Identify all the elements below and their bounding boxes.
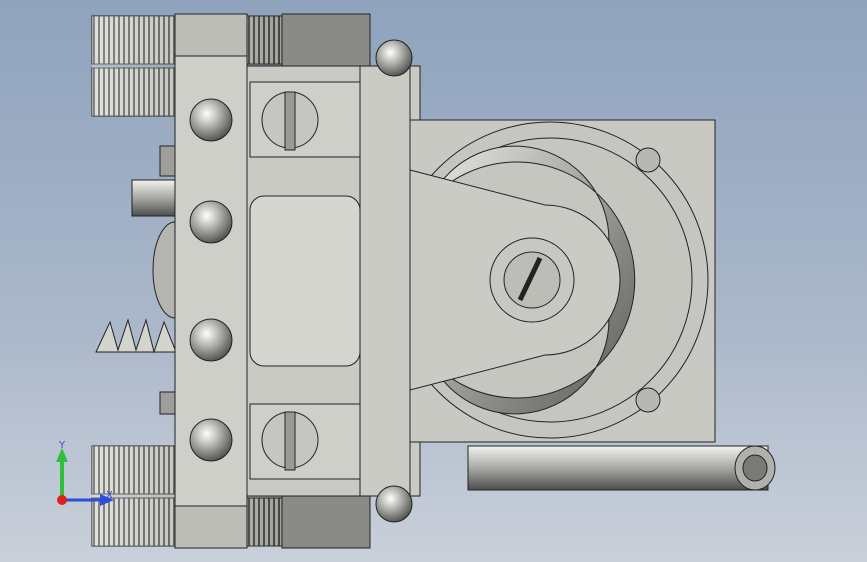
tubular-rod <box>467 445 776 491</box>
y-axis-label: Y <box>58 440 66 451</box>
upper-clamp <box>249 81 361 158</box>
axis-triad: Y X <box>56 440 114 506</box>
cad-viewport[interactable]: Y X <box>0 0 867 562</box>
lower-clamp <box>249 403 361 480</box>
rear-block-bottom <box>281 495 371 549</box>
right-housing <box>391 119 716 443</box>
x-axis-label: X <box>106 490 113 501</box>
ball-screw-6 <box>375 485 413 523</box>
front-bar <box>174 13 248 549</box>
ball-screw-2 <box>189 200 233 244</box>
ball-screw-3 <box>189 318 233 362</box>
origin-dot <box>57 495 67 505</box>
center-recess <box>249 195 361 367</box>
mechanical-assembly-model[interactable] <box>0 0 867 562</box>
ball-screw-4 <box>189 418 233 462</box>
ball-screw-1 <box>189 98 233 142</box>
side-block <box>359 65 411 497</box>
ball-screw-5 <box>375 39 413 77</box>
rear-block-top <box>281 13 371 67</box>
